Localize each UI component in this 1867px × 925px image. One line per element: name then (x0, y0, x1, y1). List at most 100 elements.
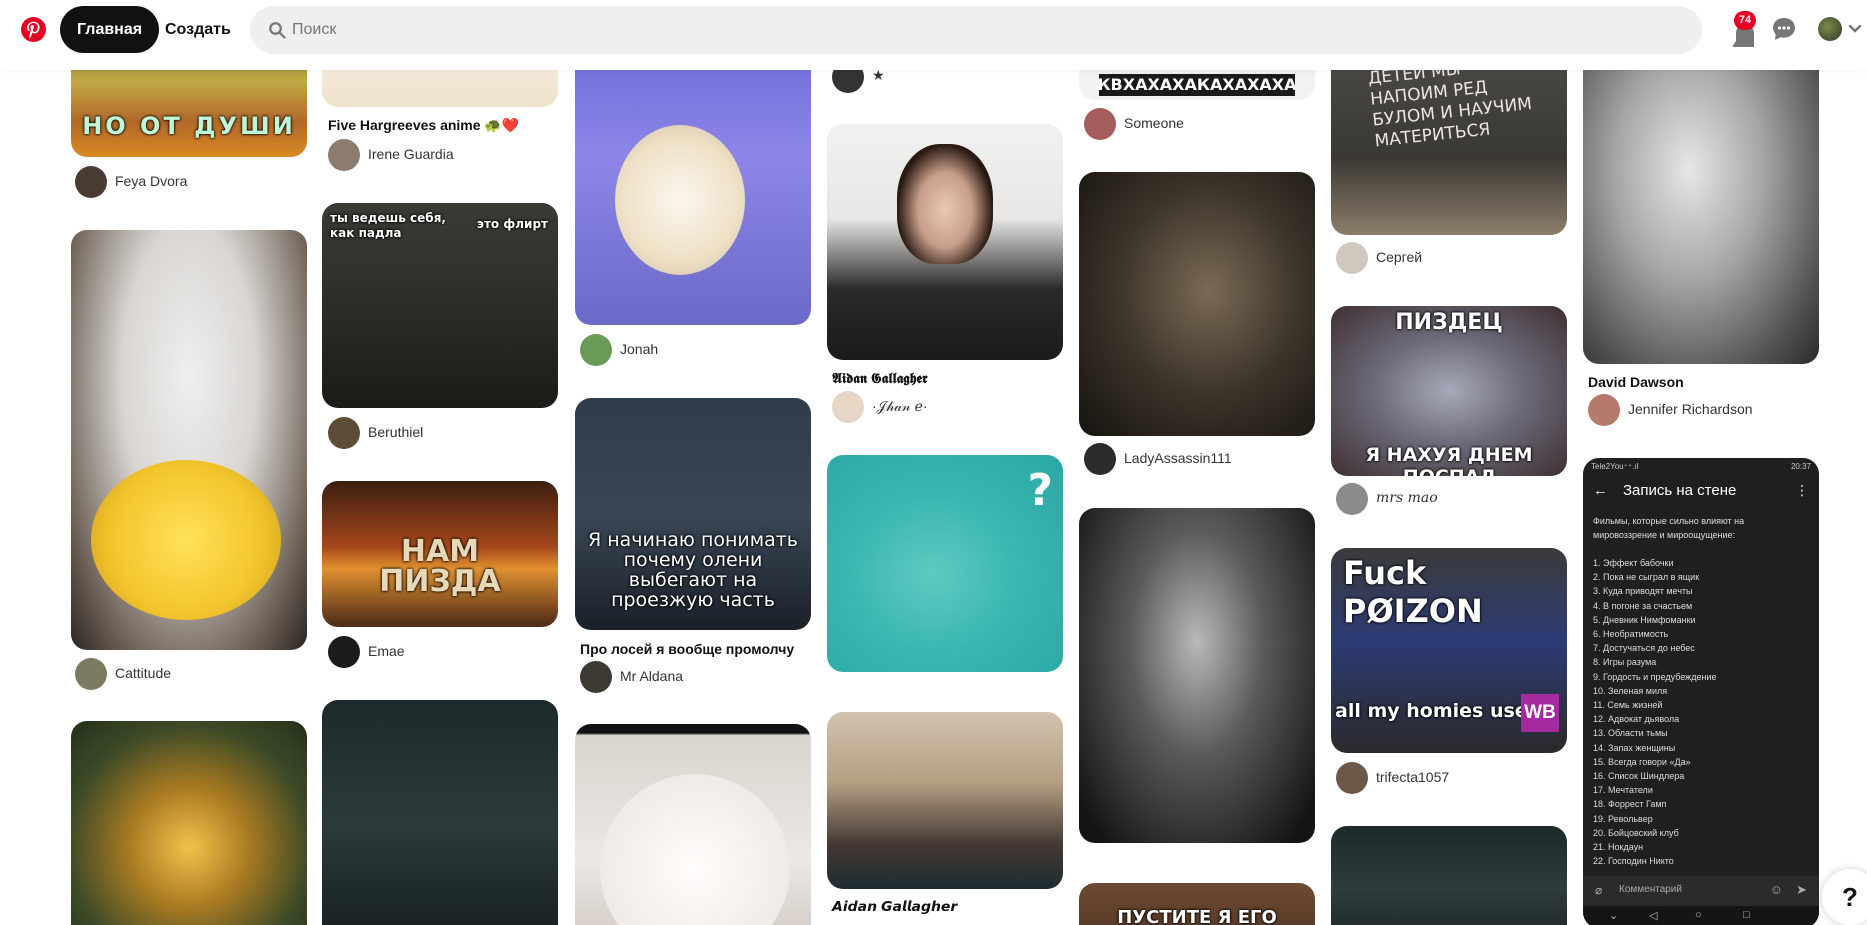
avatar (75, 166, 107, 198)
pin-caption: Я начинаю понимать почему олени выбегают… (587, 529, 799, 611)
phone-comment-bar: ⌀ Комментарий ☺ ➤ (1583, 876, 1819, 906)
pin-caption-top: Fuck PØIZON (1343, 554, 1483, 630)
arrow-left-icon: ← (1593, 482, 1608, 499)
author-name: Feya Dvora (115, 173, 188, 189)
avatar (75, 658, 107, 690)
home-tab[interactable]: Главная (60, 6, 160, 53)
pin-image[interactable] (1583, 40, 1819, 364)
pin-image[interactable] (1331, 826, 1567, 925)
author-name: trifecta1057 (1376, 769, 1450, 785)
avatar (580, 661, 612, 693)
portrait-shape (897, 144, 993, 264)
pin-image[interactable]: ? (827, 455, 1063, 672)
nav-home-icon: ○ (1695, 909, 1702, 921)
list-item: 7. Достучаться до небес (1593, 643, 1695, 654)
avatar (1336, 762, 1368, 794)
list-item: 1. Эффект бабочки (1593, 558, 1674, 568)
pin-title[interactable]: Про лосей я вообще промолчу (580, 641, 794, 657)
pin-image[interactable] (71, 230, 307, 650)
pin-title[interactable]: David Dawson (1588, 374, 1684, 390)
list-item: 5. Дневник Нимфоманки (1593, 614, 1696, 625)
notifications-badge: 74 (1734, 11, 1756, 30)
cat-shape (615, 125, 745, 275)
list-item: 20. Бойцовский клуб (1593, 827, 1679, 838)
pin-image[interactable] (1079, 172, 1315, 436)
nav-back-icon: ◁ (1649, 910, 1658, 922)
chevron-down-icon[interactable] (1848, 24, 1862, 34)
corn-shape (91, 460, 281, 620)
avatar (1336, 242, 1368, 274)
list-item: 19. Револьвер (1593, 813, 1653, 824)
pin-caption-bottom: Я НАХУЯ ДНЕМ ПОСПАЛ (1365, 444, 1533, 476)
pin-image[interactable]: ПУСТИТЕ Я ЕГО (1079, 883, 1315, 925)
paperclip-icon: ⌀ (1595, 883, 1603, 897)
list-item: 14. Запах женщины (1593, 742, 1676, 753)
list-item: 11. Семь жизней (1593, 700, 1663, 711)
search-bar[interactable] (250, 6, 1702, 54)
pin-image[interactable]: ПИЗДЕЦ Я НАХУЯ ДНЕМ ПОСПАЛ (1331, 306, 1567, 476)
pin-image[interactable]: НАМ ПИЗДА (322, 481, 558, 627)
list-item: 10. Зеленая миля (1593, 685, 1668, 696)
pin-image[interactable] (827, 124, 1063, 360)
pin-caption: ? (1027, 465, 1053, 516)
pin-image[interactable] (575, 40, 811, 325)
create-tab[interactable]: Создать (153, 6, 243, 53)
user-avatar[interactable] (1818, 17, 1842, 41)
avatar (328, 139, 360, 171)
author-name: LadyAssassin111 (1124, 450, 1232, 466)
phone-post-title: Запись на стене (1623, 482, 1737, 499)
brand-badge: WB (1521, 694, 1559, 732)
pin-image[interactable] (71, 721, 307, 925)
phone-app-bar: ← Запись на стене ⋮ (1583, 476, 1819, 506)
phone-comment-placeholder: Комментарий (1619, 884, 1682, 895)
list-item: 21. Нокдаун (1593, 842, 1644, 853)
author-name: Someone (1124, 115, 1184, 131)
pin-title[interactable]: 𝘼𝙞𝙙𝙖𝙣 𝙂𝙖𝙡𝙡𝙖𝙜𝙝𝙚𝙧 (832, 898, 957, 915)
more-vertical-icon: ⋮ (1795, 482, 1809, 498)
pin-caption-left: ты ведешь себя, как падла (330, 211, 446, 240)
search-icon (269, 22, 286, 39)
list-item: 4. В погоне за счастьем (1593, 600, 1693, 611)
author-name: ·𝒥𝒽𝒶𝓃 ℯ· (872, 398, 928, 414)
avatar (1084, 443, 1116, 475)
pinterest-logo-icon[interactable] (21, 17, 46, 42)
pin-image[interactable]: Fuck PØIZON all my homies use WB (1331, 548, 1567, 753)
author-name: Jennifer Richardson (1628, 401, 1753, 417)
author-name: Beruthiel (368, 424, 424, 440)
avatar (328, 417, 360, 449)
list-item: 13. Области тьмы (1593, 728, 1668, 739)
search-input[interactable] (288, 6, 1668, 54)
cat-face-shape (600, 774, 790, 925)
pin-image[interactable]: Я начинаю понимать почему олени выбегают… (575, 398, 811, 630)
author-name: Emae (368, 643, 405, 659)
pin-caption: КВХАХАХАКАХАХАХА (1097, 75, 1297, 94)
list-item: 2. Пока не сыграл в ящик (1593, 572, 1700, 583)
pin-caption: НО ОТ ДУШИ (82, 112, 296, 140)
list-item: 9. Гордость и предубеждение (1593, 671, 1717, 682)
nav-down-icon: ⌄ (1609, 910, 1619, 922)
messages-button[interactable] (1766, 11, 1802, 47)
pin-caption-right: это флирт (476, 217, 548, 231)
chat-bubble-icon (1773, 18, 1795, 40)
list-item: 22. Господин Никто (1593, 856, 1674, 867)
list-item: 18. Форрест Гамп (1593, 799, 1667, 810)
pin-image[interactable]: ты ведешь себя, как падла это флирт (322, 203, 558, 408)
avatar (1084, 108, 1116, 140)
list-item: 12. Адвокат дьявола (1593, 714, 1680, 725)
pin-image[interactable] (322, 700, 558, 925)
pin-caption-top: ПИЗДЕЦ (1395, 310, 1503, 335)
pin-image-phone-screenshot[interactable]: Tele2You⁺⁺.ıl 20:37 ← Запись на стене ⋮ … (1583, 458, 1819, 925)
phone-status-carrier: Tele2You⁺⁺.ıl (1591, 462, 1639, 471)
author-name: Сергей (1376, 249, 1423, 265)
avatar (1336, 483, 1368, 515)
nav-recent-icon: □ (1743, 909, 1750, 921)
pin-title[interactable]: 𝕬𝖎𝖉𝖆𝖓 𝕲𝖆𝖑𝖑𝖆𝖌𝖍𝖊𝖗 (832, 370, 928, 387)
pin-image[interactable] (575, 724, 811, 925)
pin-title[interactable]: Five Hargreeves anime 🐢❤️ (328, 117, 519, 134)
pin-image[interactable] (1079, 508, 1315, 843)
author-name: Jonah (620, 341, 659, 357)
pin-image[interactable] (827, 712, 1063, 889)
author-name: Cattitude (115, 665, 172, 681)
help-button[interactable]: ? (1822, 869, 1867, 925)
emoji-icon: ☺ (1769, 882, 1783, 897)
